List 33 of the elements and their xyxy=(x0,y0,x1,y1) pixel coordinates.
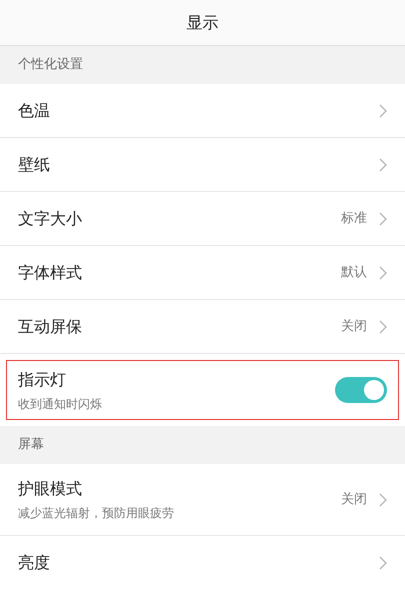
settings-row[interactable]: 色温 xyxy=(0,84,405,138)
setting-value: 关闭 xyxy=(341,318,367,336)
setting-value: 默认 xyxy=(341,264,367,282)
setting-label: 字体样式 xyxy=(18,262,83,284)
chevron-right-icon xyxy=(379,320,387,334)
setting-label: 亮度 xyxy=(18,552,51,574)
chevron-right-icon xyxy=(379,266,387,280)
setting-label: 指示灯 xyxy=(18,368,67,390)
setting-label: 护眼模式 xyxy=(18,478,83,500)
settings-row[interactable]: 文字大小 标准 xyxy=(0,192,405,246)
page-title: 显示 xyxy=(186,12,218,34)
settings-row[interactable]: 护眼模式 减少蓝光辐射，预防用眼疲劳 关闭 xyxy=(0,464,405,536)
chevron-right-icon xyxy=(379,556,387,570)
setting-value: 关闭 xyxy=(341,490,367,509)
chevron-right-icon xyxy=(379,212,387,226)
setting-value: 标准 xyxy=(341,210,367,228)
section-header: 屏幕 xyxy=(0,426,405,464)
settings-row[interactable]: 字体样式 默认 xyxy=(0,246,405,300)
settings-row[interactable]: 互动屏保 关闭 xyxy=(0,300,405,354)
chevron-right-icon xyxy=(379,158,387,172)
setting-description: 减少蓝光辐射，预防用眼疲劳 xyxy=(18,505,175,522)
setting-label: 文字大小 xyxy=(18,208,83,230)
chevron-right-icon xyxy=(379,104,387,118)
setting-description: 收到通知时闪烁 xyxy=(18,396,103,412)
setting-label: 壁纸 xyxy=(18,154,51,176)
setting-label: 互动屏保 xyxy=(18,316,83,338)
settings-row[interactable]: 亮度 xyxy=(0,536,405,590)
settings-row[interactable]: 壁纸 xyxy=(0,138,405,192)
setting-label: 色温 xyxy=(18,100,51,122)
toggle-switch[interactable] xyxy=(335,377,387,403)
section-header: 个性化设置 xyxy=(0,46,405,84)
settings-row[interactable]: 指示灯 收到通知时闪烁 xyxy=(0,354,405,426)
chevron-right-icon xyxy=(379,492,387,506)
